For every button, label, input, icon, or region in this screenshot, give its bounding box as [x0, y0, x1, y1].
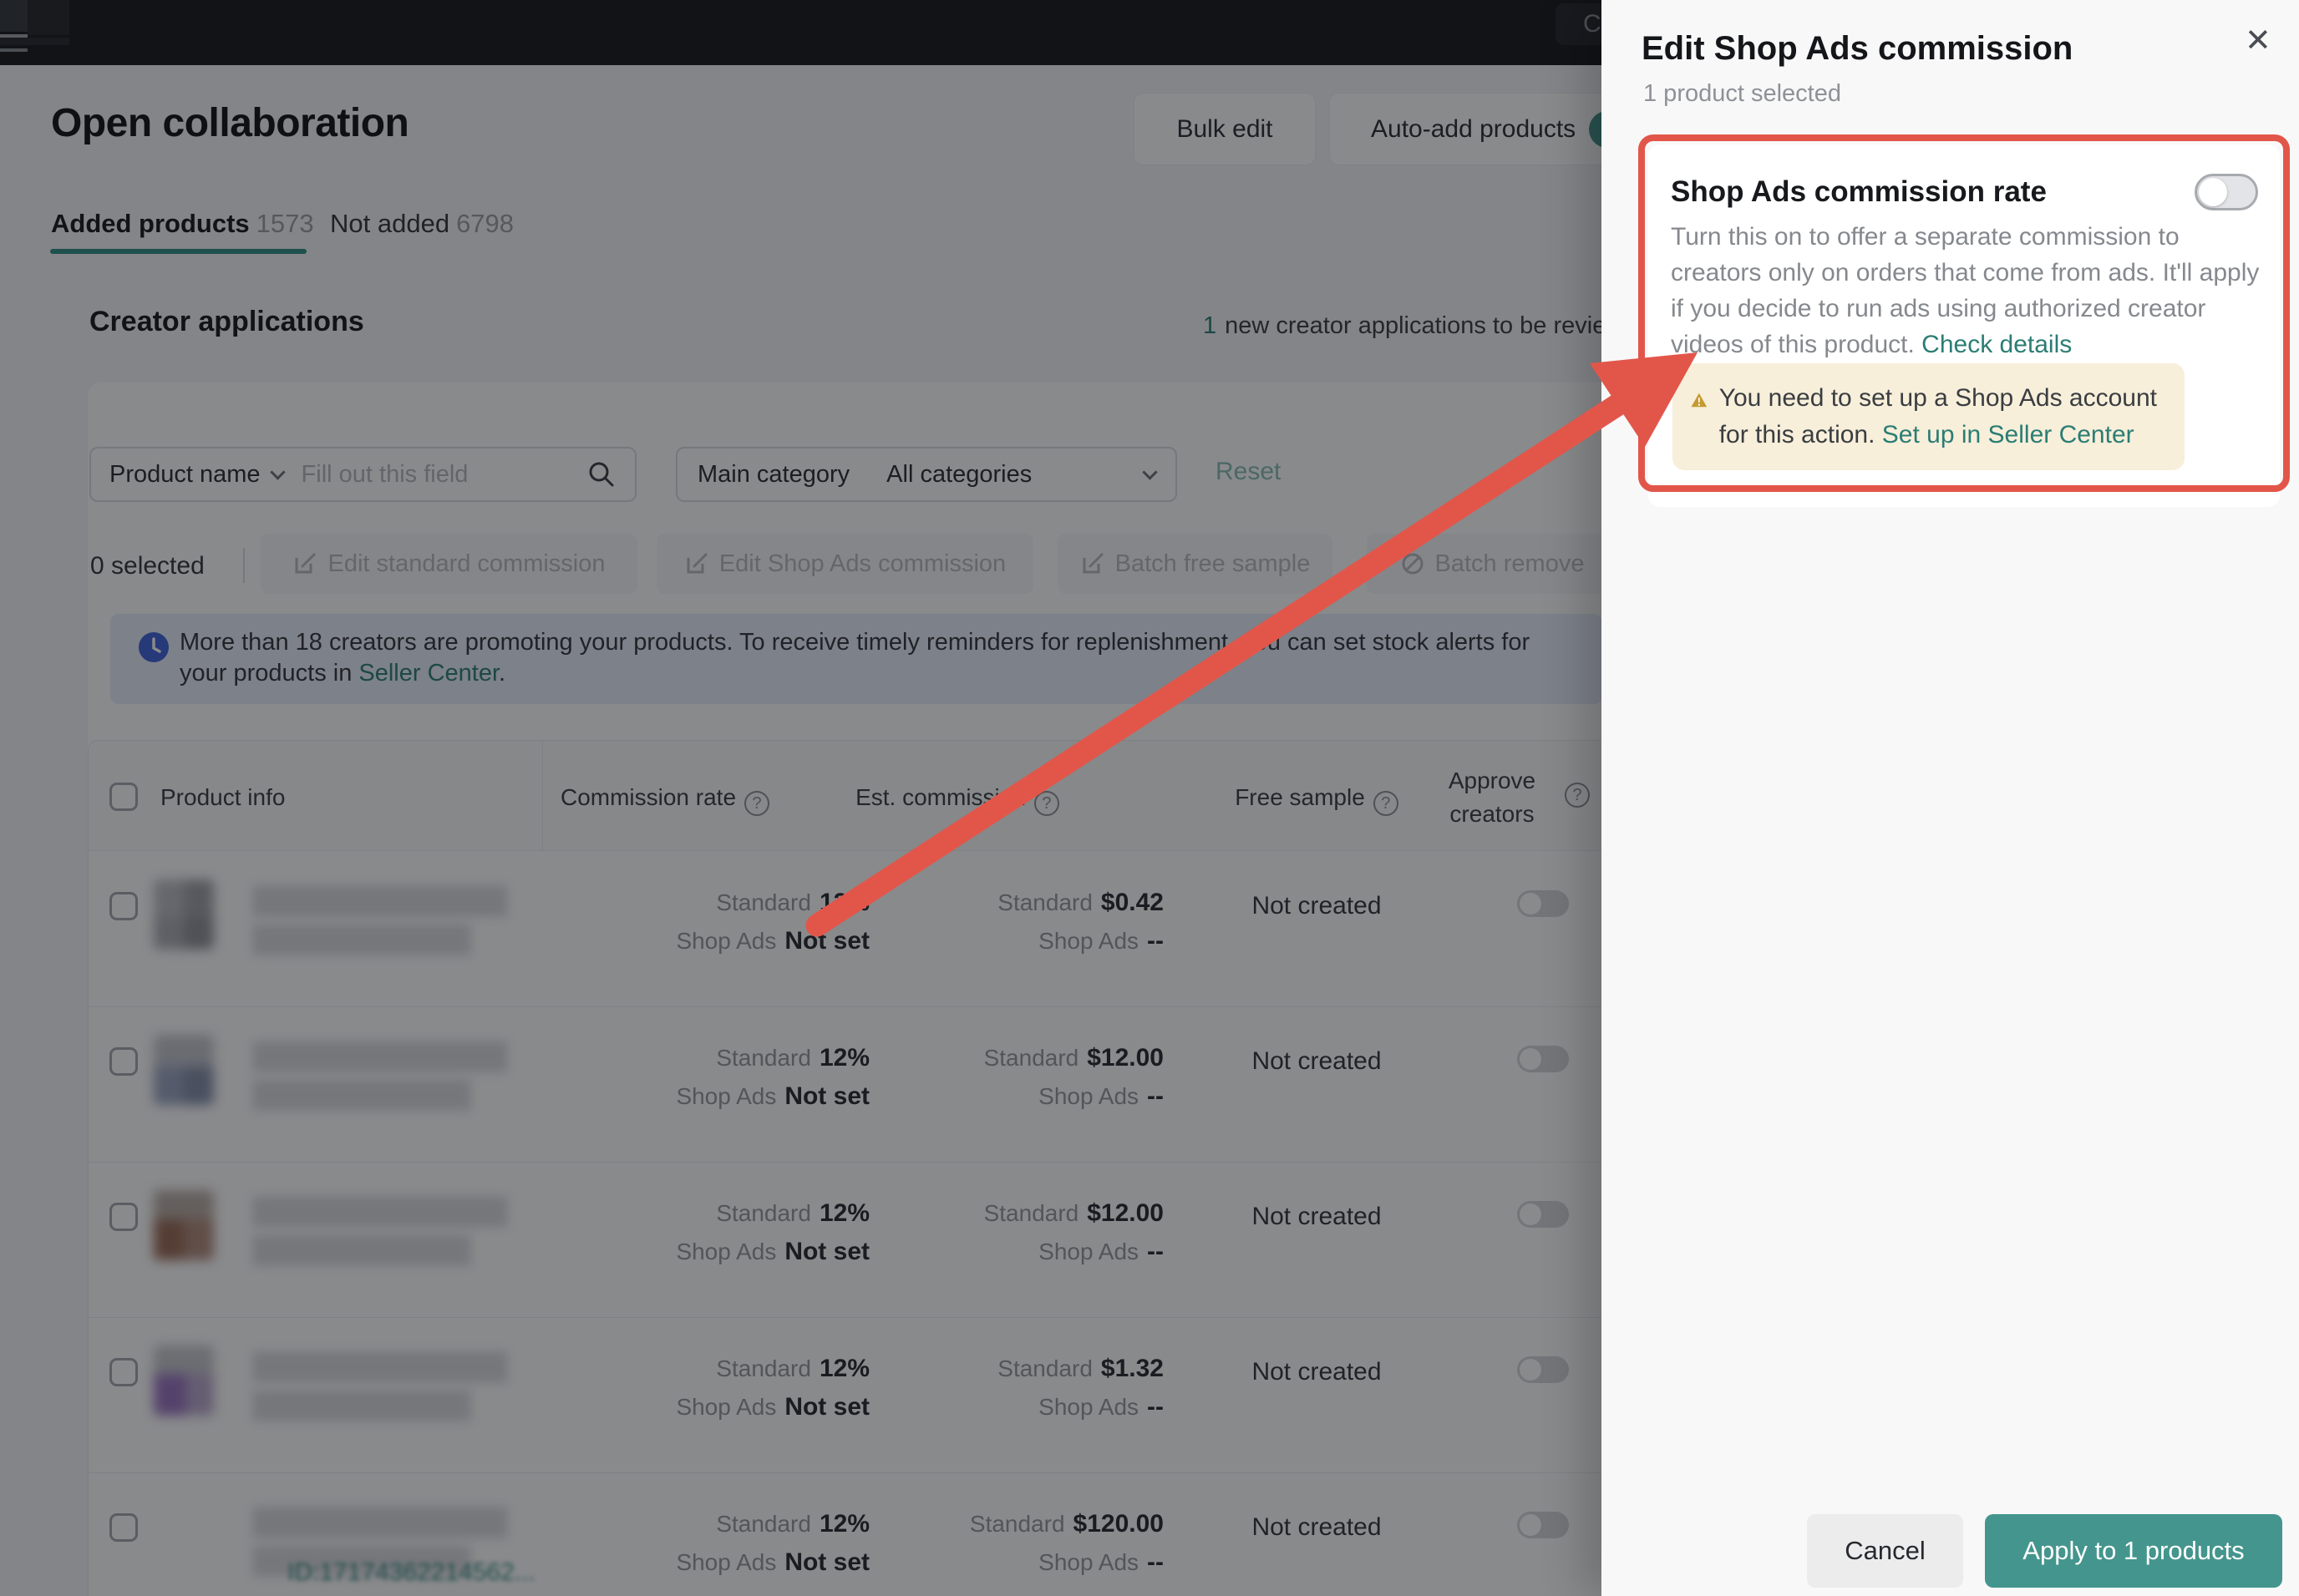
- annotation-arrow: [0, 0, 2299, 1596]
- screen: C Open collaboration Added products1573 …: [0, 0, 2299, 1596]
